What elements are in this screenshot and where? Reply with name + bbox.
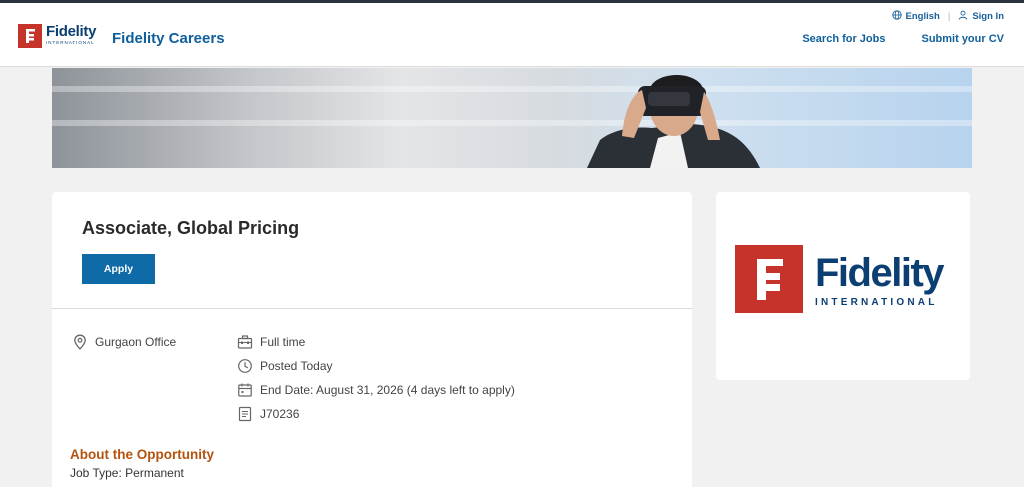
job-details-card: Associate, Global Pricing Apply Gurgaon … bbox=[52, 192, 692, 487]
fidelity-logo[interactable]: Fidelity INTERNATIONAL bbox=[18, 24, 96, 48]
nav-submit-cv[interactable]: Submit your CV bbox=[921, 33, 1004, 45]
utility-bar: English | Sign In bbox=[891, 10, 1004, 23]
utility-separator: | bbox=[947, 11, 951, 22]
globe-icon bbox=[891, 10, 902, 23]
main-nav: Search for Jobs Submit your CV bbox=[766, 33, 1004, 45]
briefcase-icon bbox=[237, 334, 253, 350]
job-title: Associate, Global Pricing bbox=[82, 218, 300, 238]
card-divider bbox=[52, 308, 692, 309]
apply-button[interactable]: Apply bbox=[82, 254, 155, 284]
document-icon bbox=[237, 406, 253, 422]
site-header: Fidelity INTERNATIONAL Fidelity Careers … bbox=[0, 3, 1024, 67]
site-title[interactable]: Fidelity Careers bbox=[112, 30, 225, 47]
calendar-icon bbox=[237, 382, 253, 398]
clock-icon bbox=[237, 358, 253, 374]
fidelity-large-logo: Fidelity INTERNATIONAL bbox=[735, 245, 945, 313]
language-selector[interactable]: English bbox=[906, 11, 940, 22]
job-id-text: J70236 bbox=[260, 407, 300, 421]
user-icon bbox=[958, 10, 968, 23]
location-pin-icon bbox=[72, 334, 88, 350]
logo-wordmark: Fidelity bbox=[46, 23, 97, 40]
job-id: J70236 bbox=[237, 406, 299, 422]
company-logo-card: Fidelity INTERNATIONAL bbox=[716, 192, 970, 380]
large-logo-subtitle: INTERNATIONAL bbox=[815, 297, 938, 308]
posted-text: Posted Today bbox=[260, 359, 333, 373]
hero-banner-image bbox=[52, 68, 972, 168]
job-end-date: End Date: August 31, 2026 (4 days left t… bbox=[237, 382, 515, 398]
nav-search-for-jobs[interactable]: Search for Jobs bbox=[802, 33, 885, 45]
job-employment-type: Full time bbox=[237, 334, 305, 350]
job-type-text: Job Type: Permanent bbox=[70, 466, 184, 480]
large-logo-wordmark: Fidelity bbox=[815, 251, 945, 295]
end-date-text: End Date: August 31, 2026 (4 days left t… bbox=[260, 383, 515, 397]
fidelity-large-mark-icon bbox=[735, 245, 803, 313]
employment-type-text: Full time bbox=[260, 335, 306, 349]
sign-in-link[interactable]: Sign In bbox=[972, 11, 1004, 22]
location-text: Gurgaon Office bbox=[95, 335, 177, 349]
job-location: Gurgaon Office bbox=[72, 334, 176, 350]
job-posted: Posted Today bbox=[237, 358, 333, 374]
fidelity-logo-mark-icon bbox=[18, 24, 42, 48]
about-heading: About the Opportunity bbox=[70, 447, 214, 462]
logo-subtitle: INTERNATIONAL bbox=[46, 40, 95, 45]
